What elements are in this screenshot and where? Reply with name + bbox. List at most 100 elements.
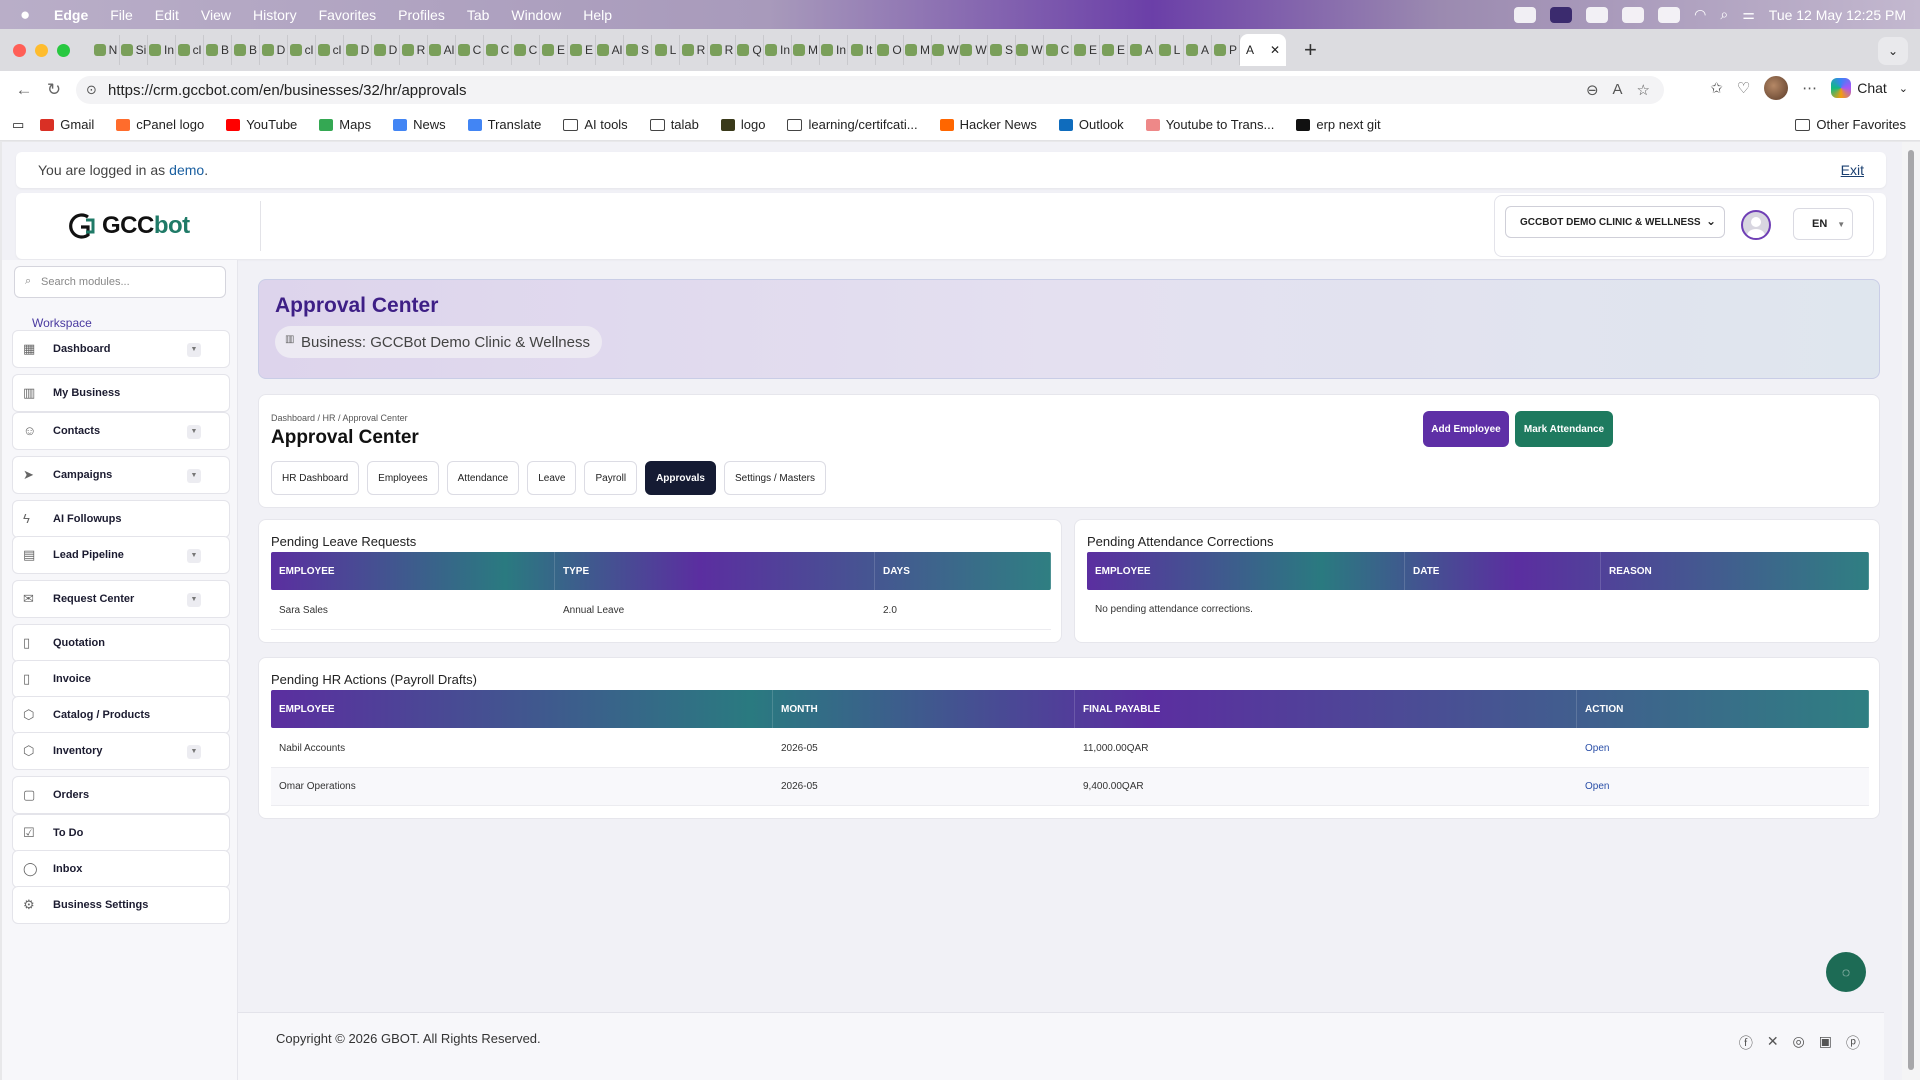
menu-help[interactable]: Help xyxy=(583,7,612,23)
browser-tab[interactable]: Q xyxy=(736,35,764,65)
sidebar-item-business-settings[interactable]: ⚙ Business Settings xyxy=(12,886,230,924)
new-tab-icon[interactable]: + xyxy=(1304,37,1317,63)
battery-icon[interactable] xyxy=(1658,6,1681,23)
browser-tab[interactable]: P xyxy=(1212,35,1240,65)
bookmark-item[interactable]: learning/certifcati... xyxy=(787,117,918,132)
back-arrow-icon[interactable]: ← xyxy=(14,80,34,100)
menu-view[interactable]: View xyxy=(201,7,231,23)
tab-leave[interactable]: Leave xyxy=(527,461,577,495)
browser-tab[interactable]: In xyxy=(820,35,848,65)
tab-settings-masters[interactable]: Settings / Masters xyxy=(723,461,826,495)
menu-edit[interactable]: Edit xyxy=(155,7,179,23)
sidebar-item-orders[interactable]: ▢ Orders xyxy=(12,776,230,814)
browser-tab[interactable]: S xyxy=(624,35,652,65)
sidebar-item-inventory[interactable]: ⬡ Inventory ▼ xyxy=(12,732,230,770)
add-employee-button[interactable]: Add Employee xyxy=(1423,411,1509,447)
sidebar-item-ai-followups[interactable]: ϟ AI Followups xyxy=(12,500,230,538)
browser-tab[interactable]: C xyxy=(484,35,512,65)
browser-tab-active[interactable]: A ✕ xyxy=(1240,34,1286,66)
browser-tab[interactable]: A xyxy=(1184,35,1212,65)
browser-tab[interactable]: C xyxy=(456,35,484,65)
more-options-icon[interactable]: ⋯ xyxy=(1802,79,1817,97)
control-center-icon[interactable]: ⚌ xyxy=(1742,6,1755,23)
chevron-down-icon[interactable]: ▼ xyxy=(187,593,201,607)
sidebar-item-to-do[interactable]: ☑ To Do xyxy=(12,814,230,852)
menu-app-name[interactable]: Edge xyxy=(54,7,88,23)
instagram-icon[interactable]: ◎ xyxy=(1793,1033,1805,1053)
browser-tab[interactable]: E xyxy=(1072,35,1100,65)
sidebar-item-my-business[interactable]: ▥ My Business xyxy=(12,374,230,412)
chevron-down-icon[interactable]: ▼ xyxy=(187,425,201,439)
maximize-window-button[interactable] xyxy=(57,43,70,57)
chevron-down-icon[interactable]: ▼ xyxy=(187,469,201,483)
language-select[interactable]: EN ▼ xyxy=(1793,208,1853,240)
business-select[interactable]: GCCBOT DEMO CLINIC & WELLNESS ⌄ xyxy=(1505,206,1725,238)
browser-tab[interactable]: W xyxy=(932,35,960,65)
chevron-down-icon[interactable]: ▼ xyxy=(187,343,201,357)
status-icon[interactable] xyxy=(1550,6,1573,23)
bookmark-item[interactable]: AI tools xyxy=(563,117,628,132)
menu-favorites[interactable]: Favorites xyxy=(319,7,377,23)
browser-tab[interactable]: C xyxy=(512,35,540,65)
session-username[interactable]: demo xyxy=(169,162,204,178)
linkedin-icon[interactable]: ▣ xyxy=(1819,1033,1832,1053)
sidebar-item-catalog-products[interactable]: ⬡ Catalog / Products xyxy=(12,696,230,734)
browser-tab[interactable]: E xyxy=(568,35,596,65)
bookmark-item[interactable]: logo xyxy=(720,117,765,132)
bookmark-item[interactable]: Translate xyxy=(467,117,541,132)
bookmark-item[interactable]: YouTube xyxy=(226,117,297,132)
browser-tab[interactable]: M xyxy=(904,35,932,65)
scrollbar-thumb[interactable] xyxy=(1908,150,1914,1070)
sidebar-item-invoice[interactable]: ▯ Invoice xyxy=(12,660,230,698)
browser-tab[interactable]: O xyxy=(876,35,904,65)
other-favorites[interactable]: Other Favorites xyxy=(1795,117,1906,132)
browser-tab[interactable]: N xyxy=(92,35,120,65)
browser-tab[interactable]: L xyxy=(1156,35,1184,65)
browser-tab[interactable]: cl xyxy=(316,35,344,65)
tab-actions-chevron-icon[interactable]: ⌄ xyxy=(1878,37,1908,65)
minimize-window-button[interactable] xyxy=(35,43,48,57)
browser-tab[interactable]: E xyxy=(540,35,568,65)
mark-attendance-button[interactable]: Mark Attendance xyxy=(1515,411,1613,447)
tab-payroll[interactable]: Payroll xyxy=(584,461,638,495)
browser-tab[interactable]: Si xyxy=(120,35,148,65)
browser-tab[interactable]: Al xyxy=(596,35,624,65)
apple-icon[interactable]: ● xyxy=(20,6,36,23)
browser-tab[interactable]: D xyxy=(372,35,400,65)
search-icon[interactable]: ⌕ xyxy=(1720,6,1728,23)
sidebar-item-contacts[interactable]: ☺ Contacts ▼ xyxy=(12,412,230,450)
facebook-icon[interactable]: ⓕ xyxy=(1739,1033,1753,1053)
browser-tab[interactable]: D xyxy=(260,35,288,65)
zoom-icon[interactable]: ⊖ xyxy=(1586,81,1599,99)
gccbot-logo[interactable]: GCCbot xyxy=(66,211,190,241)
status-icon[interactable] xyxy=(1514,6,1537,23)
sidebar-item-quotation[interactable]: ▯ Quotation xyxy=(12,624,230,662)
browser-tab[interactable]: In xyxy=(764,35,792,65)
close-icon[interactable]: ✕ xyxy=(1270,43,1280,57)
open-link[interactable]: Open xyxy=(1577,730,1869,767)
bookmark-item[interactable]: Outlook xyxy=(1058,117,1124,132)
browser-tab[interactable]: A xyxy=(1128,35,1156,65)
chevron-down-icon[interactable]: ▼ xyxy=(187,549,201,563)
sidebar-item-inbox[interactable]: ◯ Inbox xyxy=(12,850,230,888)
browser-tab[interactable]: E xyxy=(1100,35,1128,65)
wifi-icon[interactable]: ◠ xyxy=(1694,6,1706,23)
browser-tab[interactable]: C xyxy=(1044,35,1072,65)
breadcrumb[interactable]: Dashboard / HR / Approval Center xyxy=(271,413,408,423)
bookmark-item[interactable]: erp next git xyxy=(1296,117,1381,132)
menu-tab[interactable]: Tab xyxy=(467,7,490,23)
browser-tab[interactable]: W xyxy=(1016,35,1044,65)
favorite-star-icon[interactable]: ☆ xyxy=(1637,81,1650,99)
address-bar[interactable]: ⊙ https://crm.gccbot.com/en/businesses/3… xyxy=(76,76,1664,104)
chat-widget-button[interactable]: ◌ xyxy=(1826,952,1866,992)
menu-history[interactable]: History xyxy=(253,7,297,23)
browser-tab[interactable]: It xyxy=(848,35,876,65)
sidebar-item-campaigns[interactable]: ➤ Campaigns ▼ xyxy=(12,456,230,494)
status-icon[interactable] xyxy=(1586,6,1609,23)
menubar-clock[interactable]: Tue 12 May 12:25 PM xyxy=(1769,7,1906,23)
browser-tab[interactable]: cl xyxy=(176,35,204,65)
favorites-icon[interactable]: ✩ xyxy=(1710,79,1723,97)
browser-tab[interactable]: Al xyxy=(428,35,456,65)
module-search-input[interactable]: ⌕ Search modules... xyxy=(14,266,226,298)
browser-tab[interactable]: S xyxy=(988,35,1016,65)
